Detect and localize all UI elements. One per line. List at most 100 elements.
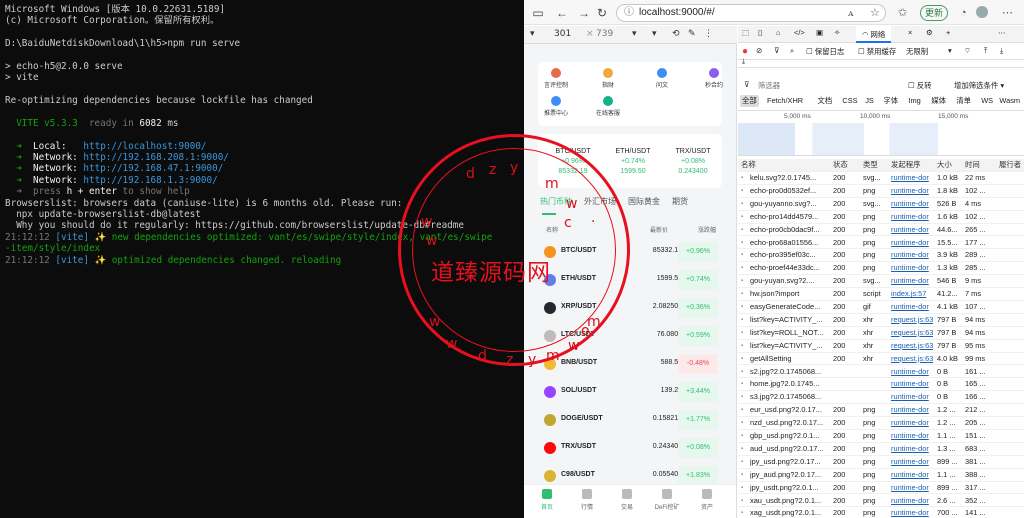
ticker-item[interactable]: ETH/USDT +0.74% 1599.50 [600, 148, 666, 175]
request-initiator[interactable]: runtime-dor [891, 430, 933, 443]
avatar[interactable] [976, 6, 988, 18]
add-tab-icon[interactable]: + [946, 28, 950, 37]
table-row[interactable]: ▪ aud_usd.png?2.0.17... 200 png runtime-dor 1… [738, 443, 1024, 456]
request-initiator[interactable]: runtime-dor [891, 198, 933, 211]
ticker-item[interactable]: TRX/USDT +0.08% 0.243400 [660, 148, 726, 175]
table-row[interactable]: ▪ echo-pro0cb0dac9f... 200 png runtime-dor 44… [738, 224, 1024, 237]
table-row[interactable]: ▪ list?key=ACTIVITY_... 200 xhr request.js:6… [738, 340, 1024, 353]
column-header[interactable]: 名称 [741, 159, 756, 172]
column-header[interactable]: 履行者 [999, 159, 1021, 172]
request-initiator[interactable]: runtime-dor [891, 172, 933, 185]
quick-menu-item[interactable]: 在线客服 [590, 96, 626, 117]
update-button[interactable]: 更新 [920, 5, 949, 21]
favorite-icon[interactable]: ☆ [870, 5, 880, 21]
wifi-settings-icon[interactable]: ⌔ [964, 46, 971, 56]
table-row[interactable]: ▪ home.jpg?2.0.1745... runtime-dor 0 B 165 .… [738, 378, 1024, 392]
table-row[interactable]: ▪ getAllSetting 200 xhr request.js:63 4.0 kB 9… [738, 353, 1024, 366]
column-header[interactable]: 时间 [965, 159, 980, 172]
table-row[interactable]: ▪ jpy_aud.png?2.0.17... 200 png runtime-dor 1… [738, 469, 1024, 482]
import-icon[interactable]: ⤒ [984, 46, 987, 56]
table-row[interactable]: ▪ nzd_usd.png?2.0.17... 200 png runtime-dor 1… [738, 417, 1024, 430]
request-initiator[interactable]: runtime-dor [891, 211, 933, 224]
request-initiator[interactable]: request.js:63 [891, 353, 933, 366]
more-filters-button[interactable]: 增加筛选条件 ▾ [954, 80, 1004, 91]
pen-icon[interactable]: ✎ [688, 29, 696, 39]
throttle-dropdown-icon[interactable]: ▾ [948, 46, 952, 55]
type-filter-button[interactable]: 清单 [954, 95, 973, 107]
disable-cache-checkbox[interactable]: ☐ 禁用缓存 [858, 46, 896, 57]
clear-icon[interactable]: ⊘ [756, 46, 762, 55]
rotate-icon[interactable]: ⟲ [672, 29, 680, 39]
request-initiator[interactable]: runtime-dor [891, 456, 933, 469]
type-filter-button[interactable]: Img [906, 95, 922, 107]
request-initiator[interactable]: runtime-dor [891, 249, 933, 262]
quick-menu-item[interactable]: 推票中心 [538, 96, 574, 117]
market-row[interactable]: BNB/USDT 588.52 -0.48% [544, 351, 724, 379]
request-initiator[interactable]: runtime-dor [891, 378, 933, 391]
request-initiator[interactable]: runtime-dor [891, 482, 933, 495]
filter-icon[interactable]: ⊽ [774, 46, 779, 55]
performance-icon[interactable]: ⚙ [926, 28, 933, 37]
market-tab[interactable]: 外汇市场 [584, 196, 616, 207]
request-initiator[interactable]: runtime-dor [891, 237, 933, 250]
quick-menu-item[interactable]: 问文 [644, 68, 680, 89]
table-row[interactable]: ▪ gou-yuyanno.svg?... 200 svg... runtime-dor… [738, 198, 1024, 211]
device-height[interactable]: 739 [596, 29, 613, 39]
request-initiator[interactable]: runtime-dor [891, 224, 933, 237]
table-row[interactable]: ▪ easyGenerateCode... 200 gif runtime-dor 4.1… [738, 301, 1024, 314]
timeline-chart[interactable] [738, 123, 1024, 155]
site-info-icon[interactable]: ⓘ [624, 5, 634, 21]
devtools-more-icon[interactable]: ⋮ [704, 29, 713, 39]
forward-icon[interactable]: → [576, 5, 592, 21]
zoom-dropdown-icon[interactable]: ▾ [632, 29, 637, 39]
quick-menu-item[interactable]: 言评控制 [538, 68, 574, 89]
request-initiator[interactable]: runtime-dor [891, 404, 933, 417]
table-row[interactable]: ▪ gou-yuyan.svg?2.... 200 svg... runtime-dor… [738, 275, 1024, 289]
request-initiator[interactable]: runtime-dor [891, 495, 933, 508]
table-row[interactable]: ▪ hw.json?import 200 script index.js:57 41.2.… [738, 288, 1024, 301]
throttle-select[interactable]: 无限制 [906, 46, 928, 57]
bottom-nav-item[interactable]: 资产 [692, 489, 722, 511]
market-row[interactable]: ETH/USDT 1599.50 +0.74% [544, 267, 724, 295]
table-row[interactable]: ▪ jpy_usdt.png?2.0.1... 200 png runtime-dor 8… [738, 482, 1024, 495]
filter-input[interactable]: 筛选器 [758, 80, 780, 91]
market-tab[interactable]: 期货 [672, 196, 688, 207]
request-initiator[interactable]: request.js:63 [891, 327, 933, 340]
extensions-icon[interactable]: ◔ [960, 5, 967, 21]
tab-network[interactable]: ◠ 网络 [856, 26, 892, 43]
request-initiator[interactable]: runtime-dor [891, 417, 933, 430]
device-icon[interactable]: ▯ [758, 28, 762, 37]
table-row[interactable]: ▪ echo-pro14dd4579... 200 png runtime-dor 1.6… [738, 211, 1024, 224]
market-row[interactable]: BTC/USDT 85332.19 +0.96% [544, 239, 724, 267]
invert-checkbox[interactable]: ☐ 反转 [908, 80, 931, 91]
request-initiator[interactable]: runtime-dor [891, 507, 933, 518]
back-icon[interactable]: ← [554, 5, 570, 21]
column-header[interactable]: 发起程序 [891, 159, 921, 172]
sources-icon[interactable]: ✧ [834, 28, 840, 37]
request-initiator[interactable]: index.js:57 [891, 288, 933, 301]
ticker-item[interactable]: BTC/USDT +0.96% 85332.19 [540, 148, 606, 175]
export-icon[interactable]: ⤓ [1000, 46, 1003, 56]
type-filter-button[interactable]: CSS [840, 95, 859, 107]
search-icon[interactable]: ⌕ [790, 46, 794, 56]
request-initiator[interactable]: runtime-dor [891, 185, 933, 198]
market-tab[interactable]: 国际黄金 [628, 196, 660, 207]
table-row[interactable]: ▪ s3.jpg?2.0.1745068... runtime-dor 0 B 166 … [738, 391, 1024, 405]
preserve-log-checkbox[interactable]: ☐ 保留日志 [806, 46, 844, 57]
request-initiator[interactable]: runtime-dor [891, 301, 933, 314]
request-initiator[interactable]: runtime-dor [891, 366, 933, 379]
console-icon[interactable]: ▣ [816, 28, 823, 37]
table-row[interactable]: ▪ echo-pro68a01556... 200 png runtime-dor 15.… [738, 237, 1024, 250]
column-header[interactable]: 大小 [937, 159, 952, 172]
type-filter-button[interactable]: 全部 [740, 95, 759, 107]
table-row[interactable]: ▪ xag_usdt.png?2.0.1... 200 png runtime-dor 7… [738, 507, 1024, 518]
type-filter-button[interactable]: 字体 [881, 95, 900, 107]
table-row[interactable]: ▪ jpy_usd.png?2.0.17... 200 png runtime-dor 8… [738, 456, 1024, 469]
read-aloud-icon[interactable]: ꭺ [848, 5, 854, 21]
request-initiator[interactable]: runtime-dor [891, 275, 933, 288]
throttle-dropdown-icon[interactable]: ▾ [652, 29, 657, 39]
bottom-nav-item[interactable]: 行情 [572, 489, 602, 511]
bottom-nav-item[interactable]: 首页 [532, 489, 562, 511]
table-row[interactable]: ▪ kelu.svg?2.0.1745... 200 svg... runtime-do… [738, 172, 1024, 185]
dimensions-dropdown-icon[interactable]: ▾ [530, 29, 535, 39]
